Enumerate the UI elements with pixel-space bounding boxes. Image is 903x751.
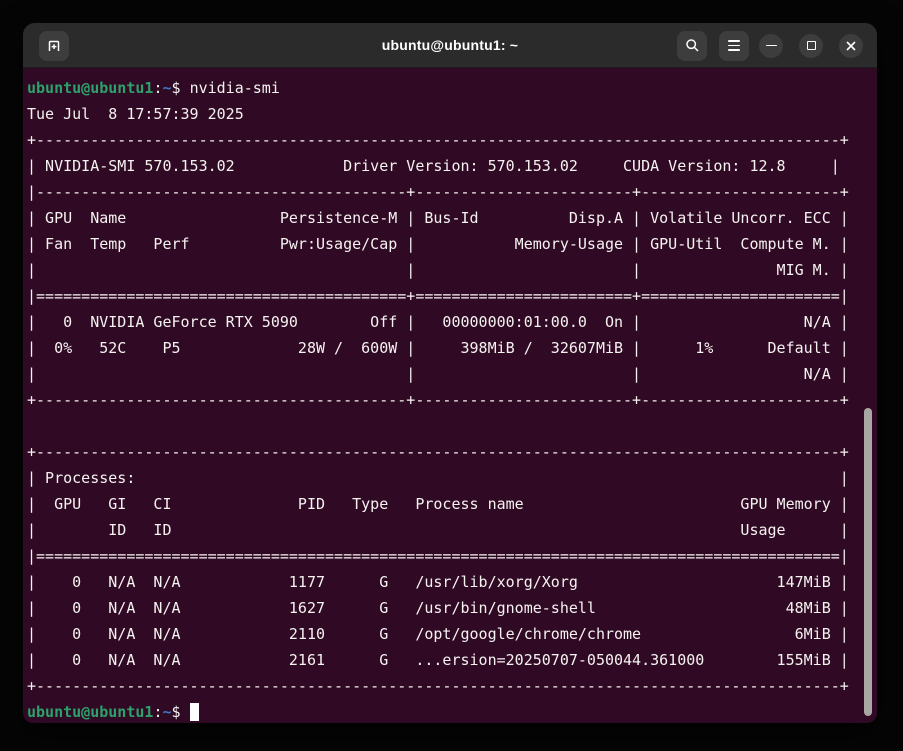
terminal-line: | GPU GI CI PID Type Process name GPU Me… (27, 491, 877, 517)
terminal-line: | Fan Temp Perf Pwr:Usage/Cap | Memory-U… (27, 231, 877, 257)
close-button[interactable] (839, 34, 863, 58)
terminal-line: |---------------------------------------… (27, 179, 877, 205)
terminal-window: ubuntu@ubuntu1: ~ ubuntu@ubuntu1:~$ nvid… (23, 23, 877, 723)
terminal-line: +---------------------------------------… (27, 387, 877, 413)
prompt-path: ~ (162, 703, 171, 721)
maximize-button[interactable] (799, 34, 823, 58)
terminal-line: |=======================================… (27, 543, 877, 569)
terminal-line: +---------------------------------------… (27, 439, 877, 465)
terminal-line: | 0 N/A N/A 2110 G /opt/google/chrome/ch… (27, 621, 877, 647)
terminal-line: ubuntu@ubuntu1:~$ nvidia-smi (27, 75, 877, 101)
terminal-line: | 0 N/A N/A 1177 G /usr/lib/xorg/Xorg 14… (27, 569, 877, 595)
terminal-line: | ID ID Usage | (27, 517, 877, 543)
prompt-user: ubuntu@ubuntu1 (27, 703, 153, 721)
terminal-line (27, 413, 877, 439)
search-icon (685, 38, 700, 53)
terminal-line: +---------------------------------------… (27, 673, 877, 699)
terminal-line: |=======================================… (27, 283, 877, 309)
command-text: nvidia-smi (190, 79, 280, 97)
search-button[interactable] (677, 31, 707, 61)
hamburger-menu-icon (728, 40, 740, 51)
terminal-line: | 0 NVIDIA GeForce RTX 5090 Off | 000000… (27, 309, 877, 335)
prompt-path: ~ (162, 79, 171, 97)
close-icon (845, 40, 857, 52)
terminal-line: | Processes: | (27, 465, 877, 491)
terminal-line: +---------------------------------------… (27, 127, 877, 153)
prompt-user: ubuntu@ubuntu1 (27, 79, 153, 97)
prompt-symbol: $ (172, 703, 190, 721)
terminal-cursor (190, 703, 199, 721)
minimize-button[interactable] (759, 34, 783, 58)
terminal-output[interactable]: ubuntu@ubuntu1:~$ nvidia-smiTue Jul 8 17… (23, 68, 877, 723)
prompt-symbol: $ (172, 79, 190, 97)
terminal-line: | 0 N/A N/A 1627 G /usr/bin/gnome-shell … (27, 595, 877, 621)
titlebar[interactable]: ubuntu@ubuntu1: ~ (23, 23, 877, 68)
terminal-line: | 0% 52C P5 28W / 600W | 398MiB / 32607M… (27, 335, 877, 361)
terminal-line: | NVIDIA-SMI 570.153.02 Driver Version: … (27, 153, 877, 179)
terminal-line: | | | N/A | (27, 361, 877, 387)
scrollbar-thumb[interactable] (864, 408, 872, 716)
terminal-line: | | | MIG M. | (27, 257, 877, 283)
menu-button[interactable] (719, 31, 749, 61)
terminal-line: | GPU Name Persistence-M | Bus-Id Disp.A… (27, 205, 877, 231)
terminal-line: Tue Jul 8 17:57:39 2025 (27, 101, 877, 127)
terminal-line: | 0 N/A N/A 2161 G ...ersion=20250707-05… (27, 647, 877, 673)
maximize-icon (807, 41, 816, 50)
terminal-line: ubuntu@ubuntu1:~$ (27, 699, 877, 723)
minimize-icon (766, 45, 777, 47)
